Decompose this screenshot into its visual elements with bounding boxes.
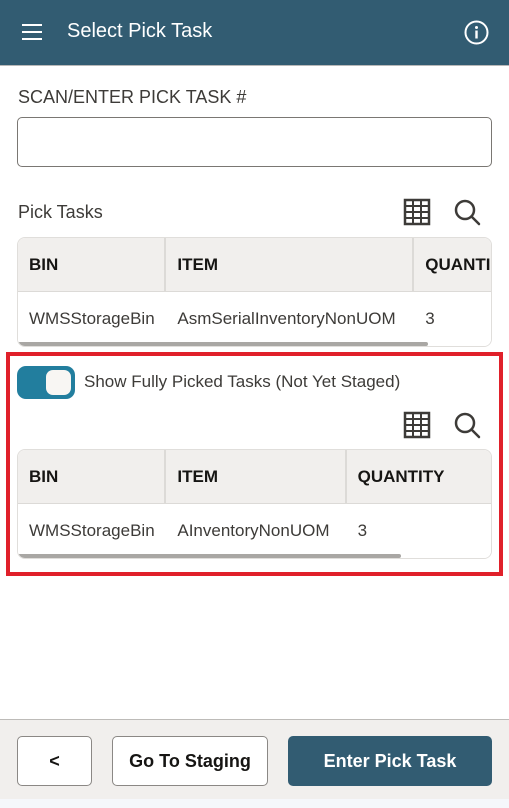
- cell-quantity: 3: [357, 521, 368, 540]
- cell-bin: WMSStorageBin: [29, 521, 155, 540]
- horizontal-scrollbar[interactable]: [18, 554, 401, 558]
- column-header-bin[interactable]: BIN: [18, 238, 167, 291]
- search-icon[interactable]: [453, 411, 481, 439]
- grid-view-icon[interactable]: [403, 411, 431, 439]
- table-row[interactable]: WMSStorageBin AsmSerialInventoryNonUOM 3: [18, 292, 491, 346]
- back-button[interactable]: <: [17, 736, 92, 786]
- info-circle-icon[interactable]: [464, 20, 489, 45]
- horizontal-scrollbar[interactable]: [18, 342, 428, 346]
- cell-quantity: 3: [425, 309, 435, 328]
- pick-tasks-table: BIN ITEM QUANTI WMSStorageBin AsmSerialI…: [17, 237, 492, 347]
- pick-tasks-title: Pick Tasks: [18, 202, 103, 222]
- show-fully-picked-toggle[interactable]: [17, 366, 75, 399]
- column-header-item[interactable]: ITEM: [166, 450, 347, 503]
- cell-bin: WMSStorageBin: [29, 309, 155, 328]
- show-fully-picked-label: Show Fully Picked Tasks (Not Yet Staged): [84, 372, 401, 391]
- search-icon[interactable]: [453, 198, 481, 226]
- footer-bar: < Go To Staging Enter Pick Task: [0, 719, 509, 799]
- fully-picked-table: BIN ITEM QUANTITY WMSStorageBin AInvento…: [17, 449, 492, 559]
- app-header: Select Pick Task: [0, 0, 509, 66]
- column-header-quantity[interactable]: QUANTI: [414, 238, 491, 291]
- table-row[interactable]: WMSStorageBin AInventoryNonUOM 3: [18, 504, 491, 558]
- cell-item: AInventoryNonUOM: [177, 521, 330, 540]
- page-title: Select Pick Task: [67, 20, 213, 42]
- column-header-item[interactable]: ITEM: [166, 238, 415, 291]
- enter-pick-task-button[interactable]: Enter Pick Task: [288, 736, 492, 786]
- table-header-row: BIN ITEM QUANTI: [18, 238, 491, 292]
- column-header-bin[interactable]: BIN: [18, 450, 167, 503]
- scan-pick-task-label: SCAN/ENTER PICK TASK #: [18, 87, 247, 107]
- toggle-knob: [46, 370, 71, 395]
- cell-item: AsmSerialInventoryNonUOM: [177, 309, 396, 328]
- column-header-quantity[interactable]: QUANTITY: [347, 450, 491, 503]
- bottom-strip: [0, 799, 509, 808]
- scan-pick-task-input[interactable]: [17, 117, 492, 167]
- go-to-staging-button[interactable]: Go To Staging: [112, 736, 268, 786]
- grid-view-icon[interactable]: [403, 198, 431, 226]
- hamburger-menu-icon[interactable]: [22, 22, 42, 42]
- table-header-row: BIN ITEM QUANTITY: [18, 450, 491, 504]
